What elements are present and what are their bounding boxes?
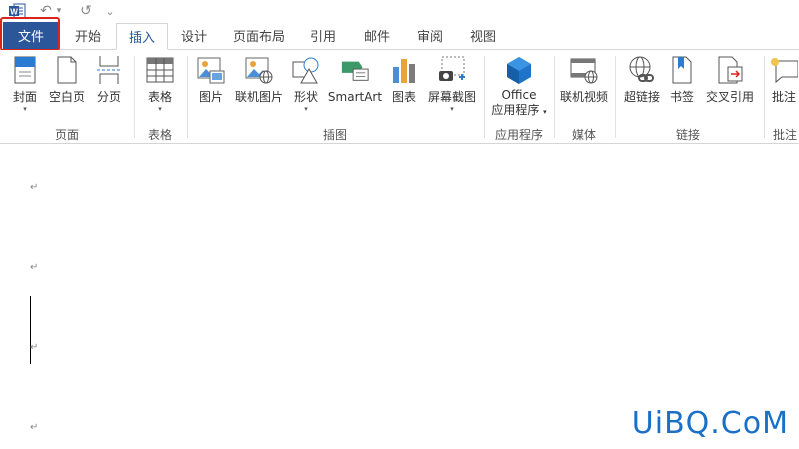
group-separator <box>134 56 135 138</box>
tab-review[interactable]: 审阅 <box>406 22 454 49</box>
tab-view[interactable]: 视图 <box>458 22 508 49</box>
bookmark-label: 书签 <box>669 90 694 104</box>
office-apps-icon <box>504 54 534 86</box>
chart-icon <box>389 54 419 86</box>
svg-text:W: W <box>10 8 18 17</box>
smartart-label: SmartArt <box>327 90 383 104</box>
picture-icon <box>196 54 226 86</box>
hyperlink-icon <box>627 54 657 86</box>
blank-page-button[interactable]: 空白页 <box>48 54 86 105</box>
group-links-label: 链接 <box>675 128 700 142</box>
chart-label: 图表 <box>391 90 416 104</box>
cross-reference-icon <box>715 54 745 86</box>
comment-label: 批注 <box>771 90 796 104</box>
shapes-icon <box>291 54 321 86</box>
shapes-button[interactable]: 形状 ▾ <box>291 54 321 113</box>
tab-design[interactable]: 设计 <box>170 22 218 49</box>
paragraph-mark: ↵ <box>30 342 39 353</box>
group-comments-label: 批注 <box>772 128 797 142</box>
picture-button[interactable]: 图片 <box>196 54 226 105</box>
page-break-icon <box>94 54 124 86</box>
online-video-icon <box>569 54 599 86</box>
group-separator <box>554 56 555 138</box>
online-picture-label: 联机图片 <box>234 90 283 104</box>
picture-label: 图片 <box>198 90 223 104</box>
document-body[interactable]: ↵ ↵ ↵ ↵ UiBQ.CoM <box>0 144 799 449</box>
group-illustrations-label: 插图 <box>322 128 347 142</box>
table-dropdown-icon: ▾ <box>158 105 162 113</box>
online-video-button[interactable]: 联机视频 <box>559 54 609 105</box>
chart-button[interactable]: 图表 <box>389 54 419 105</box>
tab-mailings[interactable]: 邮件 <box>352 22 402 49</box>
cover-page-icon <box>10 54 40 86</box>
group-pages-label: 页面 <box>54 128 79 142</box>
cover-page-label: 封面 <box>12 90 37 104</box>
comment-button[interactable]: 批注 <box>770 54 798 105</box>
watermark: UiBQ.CoM <box>631 406 789 441</box>
online-picture-button[interactable]: 联机图片 <box>233 54 285 105</box>
table-button[interactable]: 表格 ▾ <box>145 54 175 113</box>
ribbon-tabs: 文件 开始 插入 设计 页面布局 引用 邮件 审阅 视图 <box>0 22 799 50</box>
group-separator <box>615 56 616 138</box>
tab-references[interactable]: 引用 <box>300 22 346 49</box>
group-apps-label: 应用程序 <box>494 128 543 142</box>
shapes-dropdown-icon: ▾ <box>304 105 308 113</box>
hyperlink-button[interactable]: 超链接 <box>622 54 662 105</box>
comment-icon <box>770 54 798 86</box>
office-apps-label-line1: Office <box>501 88 537 102</box>
redo-icon[interactable]: ↺ <box>78 2 94 20</box>
group-media-label: 媒体 <box>571 128 596 142</box>
screenshot-dropdown-icon: ▾ <box>450 105 454 113</box>
group-separator <box>187 56 188 138</box>
shapes-label: 形状 <box>293 90 318 104</box>
customize-quick-access-icon[interactable]: ⌄ <box>104 2 116 20</box>
office-apps-dropdown-icon: ▾ <box>543 108 547 116</box>
paragraph-mark: ↵ <box>30 422 39 433</box>
screenshot-button[interactable]: 屏幕截图 ▾ <box>426 54 478 113</box>
bookmark-button[interactable]: 书签 <box>668 54 696 105</box>
paragraph-mark: ↵ <box>30 182 39 193</box>
online-video-label: 联机视频 <box>559 90 608 104</box>
cross-reference-button[interactable]: 交叉引用 <box>704 54 756 105</box>
group-tables-label: 表格 <box>147 128 172 142</box>
blank-page-label: 空白页 <box>48 90 85 104</box>
online-picture-icon <box>244 54 274 86</box>
page-break-button[interactable]: 分页 <box>94 54 124 105</box>
screenshot-icon <box>437 54 467 86</box>
table-label: 表格 <box>147 90 172 104</box>
tab-home[interactable]: 开始 <box>62 22 114 49</box>
screenshot-label: 屏幕截图 <box>427 90 476 104</box>
hyperlink-label: 超链接 <box>623 90 660 104</box>
cross-reference-label: 交叉引用 <box>705 90 754 104</box>
ribbon-insert: 封面 ▾ 空白页 分页 页面 表格 ▾ 表格 图片 联机图片 形状 ▾ Smar… <box>0 50 799 144</box>
cover-page-dropdown-icon: ▾ <box>23 105 27 113</box>
file-tab-highlight <box>0 17 60 51</box>
group-separator <box>764 56 765 138</box>
page-break-label: 分页 <box>96 90 121 104</box>
title-bar: W ↶ ▾ ↺ ⌄ <box>0 0 799 22</box>
office-apps-button[interactable]: Office 应用程序 ▾ <box>488 54 550 120</box>
cover-page-button[interactable]: 封面 ▾ <box>10 54 40 113</box>
tab-insert[interactable]: 插入 <box>116 23 168 50</box>
tab-page-layout[interactable]: 页面布局 <box>222 22 296 49</box>
bookmark-icon <box>667 54 697 86</box>
text-cursor <box>30 296 31 364</box>
paragraph-mark: ↵ <box>30 262 39 273</box>
table-icon <box>145 54 175 86</box>
smartart-icon <box>340 54 370 86</box>
smartart-button[interactable]: SmartArt <box>328 54 382 105</box>
office-apps-label-line2: 应用程序 ▾ <box>491 103 547 117</box>
blank-page-icon <box>52 54 82 86</box>
